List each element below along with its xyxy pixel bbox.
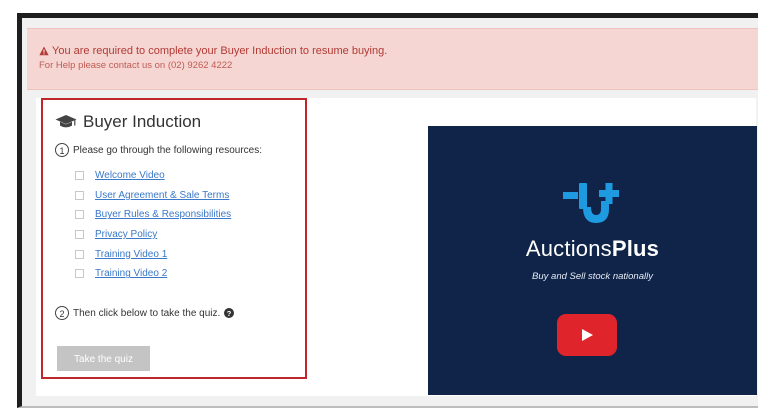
resource-item: User Agreement & Sale Terms	[75, 186, 231, 206]
training-video-2-link[interactable]: Training Video 2	[95, 268, 167, 279]
brand-name-light: Auctions	[525, 236, 612, 261]
brand-name: AuctionsPlus	[428, 236, 757, 262]
privacy-policy-link[interactable]: Privacy Policy	[95, 229, 157, 240]
help-circle-icon[interactable]: ?	[224, 308, 235, 318]
main-content: Buyer Induction 1 Please go through the …	[36, 98, 757, 396]
resource-item: Privacy Policy	[75, 225, 231, 245]
play-button[interactable]	[557, 314, 617, 356]
auctionsplus-logo-icon	[563, 183, 619, 223]
brand-name-bold: Plus	[611, 236, 660, 261]
video-player[interactable]: AuctionsPlus Buy and Sell stock national…	[428, 126, 757, 395]
resource-checkbox[interactable]	[75, 210, 84, 220]
training-video-1-link[interactable]: Training Video 1	[95, 249, 167, 260]
resource-checkbox[interactable]	[75, 269, 84, 279]
induction-alert: You are required to complete your Buyer …	[27, 28, 758, 90]
buyer-induction-panel: Buyer Induction 1 Please go through the …	[41, 98, 307, 379]
warning-triangle-icon	[39, 46, 49, 56]
resource-list: Welcome Video User Agreement & Sale Term…	[75, 166, 231, 284]
resource-item: Welcome Video	[75, 166, 231, 186]
induction-title: Buyer Induction	[83, 112, 202, 131]
page-frame: You are required to complete your Buyer …	[17, 13, 758, 408]
buyer-rules-link[interactable]: Buyer Rules & Responsibilities	[95, 209, 231, 220]
alert-message: You are required to complete your Buyer …	[52, 45, 388, 57]
step-two-text: Then click below to take the quiz.	[73, 307, 221, 319]
welcome-video-link[interactable]: Welcome Video	[95, 170, 165, 181]
play-icon	[582, 329, 593, 341]
brand-tagline: Buy and Sell stock nationally	[532, 271, 653, 282]
resource-item: Buyer Rules & Responsibilities	[75, 205, 231, 225]
step-one-text: Please go through the following resource…	[73, 144, 263, 156]
resource-item: Training Video 1	[75, 244, 231, 264]
graduation-cap-icon	[55, 115, 77, 128]
svg-text:?: ?	[227, 309, 232, 318]
step-two: 2 Then click below to take the quiz. ?	[55, 306, 235, 320]
step-one-number: 1	[55, 143, 69, 157]
alert-help-text: For Help please contact us on (02) 9262 …	[39, 60, 233, 71]
take-quiz-button[interactable]: Take the quiz	[57, 346, 150, 371]
resource-checkbox[interactable]	[75, 190, 84, 200]
step-one: 1 Please go through the following resour…	[55, 143, 262, 157]
resource-checkbox[interactable]	[75, 249, 84, 259]
resource-checkbox[interactable]	[75, 230, 84, 240]
induction-heading: Buyer Induction	[55, 112, 201, 132]
step-two-number: 2	[55, 306, 69, 320]
alert-message-row: You are required to complete your Buyer …	[39, 44, 758, 58]
resource-checkbox[interactable]	[75, 171, 84, 181]
user-agreement-link[interactable]: User Agreement & Sale Terms	[95, 190, 229, 201]
resource-item: Training Video 2	[75, 264, 231, 284]
